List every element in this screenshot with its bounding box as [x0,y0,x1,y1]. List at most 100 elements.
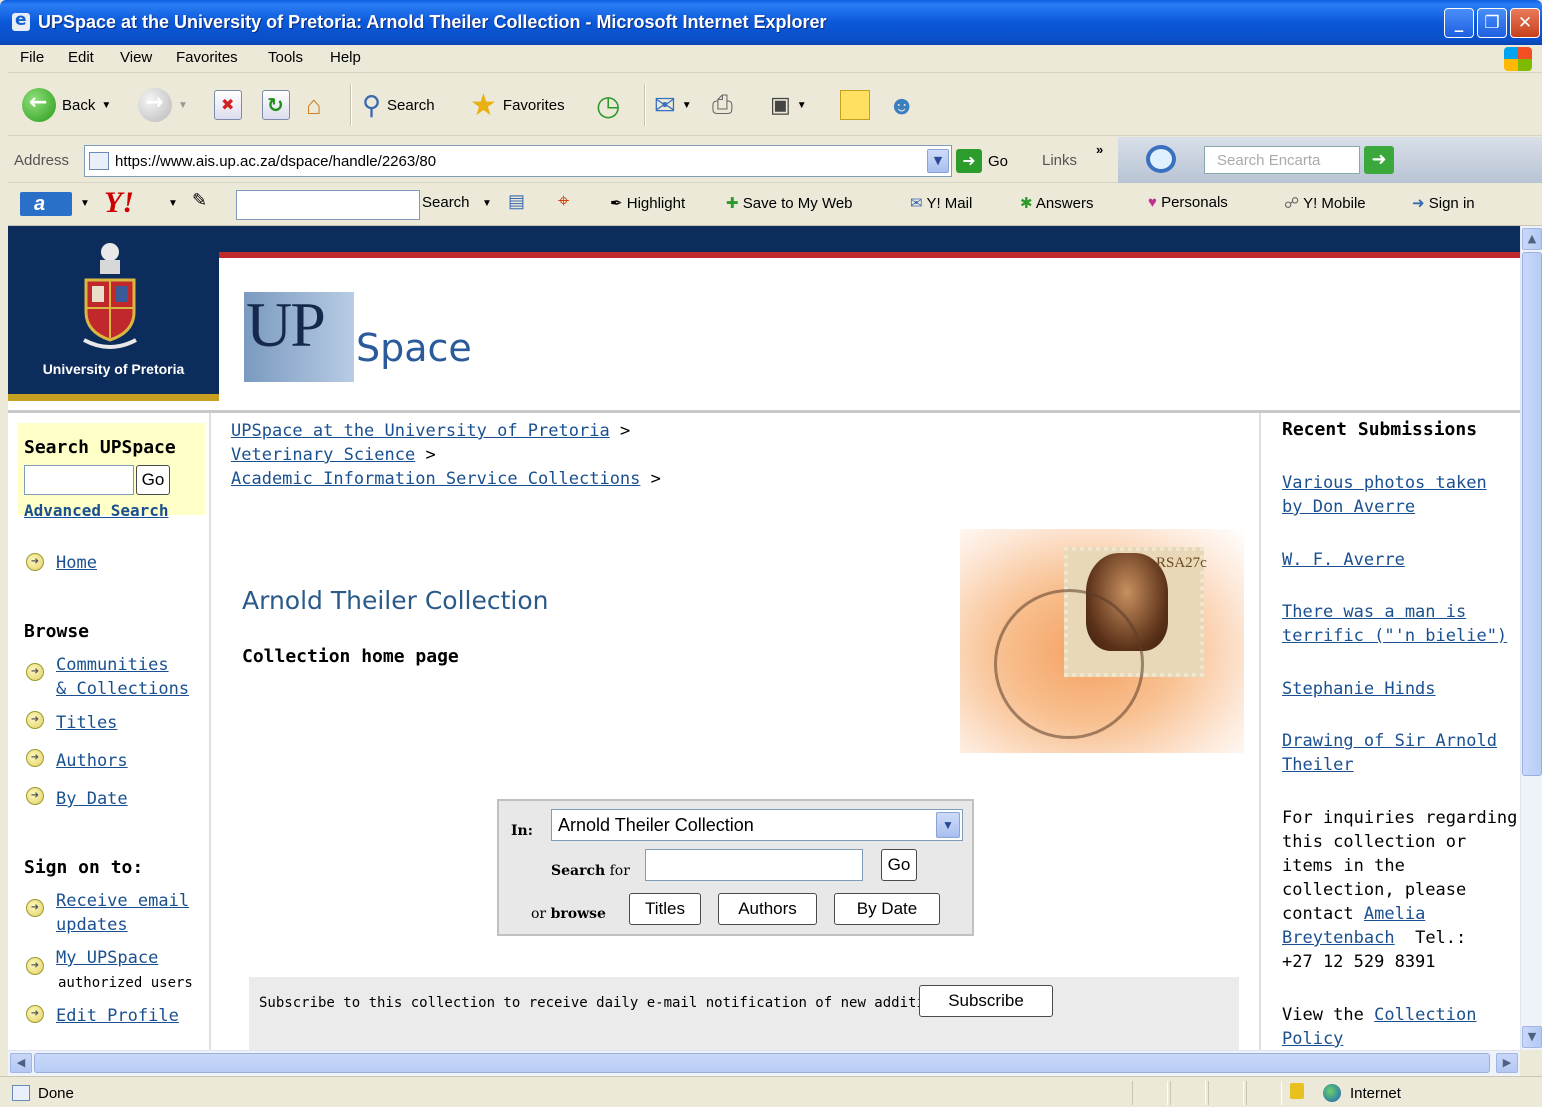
breadcrumb: Veterinary Science > [231,445,436,465]
communities-link[interactable]: Communities [56,655,169,675]
sign-in-button[interactable]: ➜ Sign in [1412,194,1475,212]
vertical-scroll-thumb[interactable] [1522,252,1542,776]
browse-authors-link[interactable]: Authors [56,751,128,771]
browse-authors-button[interactable]: Authors [718,893,817,925]
back-arrow-icon [22,88,56,122]
mobile-button[interactable]: ☍ Y! Mobile [1284,194,1366,212]
chevron-down-icon: ▼ [178,99,188,111]
scroll-up-icon[interactable]: ▲ [1522,228,1542,250]
menu-view[interactable]: View [120,49,152,66]
menu-help[interactable]: Help [330,49,361,66]
collection-policy-link[interactable]: Collection [1374,1005,1476,1025]
sign-in-icon: ➜ [1412,195,1429,212]
menu-tools[interactable]: Tools [268,49,303,66]
collection-stamp-image: RSA27c [960,529,1244,753]
browse-titles-button[interactable]: Titles [629,893,701,925]
menu-favorites[interactable]: Favorites [176,49,238,66]
scroll-right-icon[interactable]: ▶ [1496,1053,1518,1073]
yahoo-search-input[interactable] [236,190,420,220]
menu-edit[interactable]: Edit [68,49,94,66]
history-button[interactable]: ◷ [596,86,620,124]
scroll-left-icon[interactable]: ◀ [10,1053,32,1073]
maximize-button[interactable]: ❐ [1477,8,1507,38]
breadcrumb-veterinary[interactable]: Veterinary Science [231,445,415,465]
address-input[interactable]: https://www.ais.up.ac.za/dspace/handle/2… [84,145,952,177]
notes-button[interactable] [840,86,870,124]
address-bar: Address https://www.ais.up.ac.za/dspace/… [8,137,1542,183]
yahoo-logo-icon[interactable]: Y! [104,186,134,220]
favorites-button[interactable]: ★ Favorites [470,86,565,124]
recent-item-link[interactable]: Drawing of Sir Arnold Theiler [1282,729,1512,777]
yahoo-mail-button[interactable]: ✉ Y! Mail [910,194,972,212]
messenger-button[interactable]: ☻ [888,86,915,124]
refresh-button[interactable] [262,86,290,124]
chevron-down-icon[interactable]: ▼ [80,198,90,209]
scope-select[interactable]: Arnold Theiler Collection ▼ [551,809,963,841]
save-to-web-button[interactable]: ✚ Save to My Web [726,194,853,212]
browse-date-link[interactable]: By Date [56,789,128,809]
pencil-icon[interactable]: ✎ [192,190,207,211]
scroll-down-icon[interactable]: ▼ [1522,1026,1542,1048]
recent-item-link[interactable]: Various photos taken by Don Averre [1282,471,1512,519]
chevron-down-icon[interactable]: ▼ [482,198,492,209]
address-dropdown-button[interactable]: ▼ [927,149,949,173]
menu-file[interactable]: File [20,49,44,66]
highlight-button[interactable]: ✒ Highlight [610,194,685,212]
breadcrumb-academic[interactable]: Academic Information Service Collections [231,469,640,489]
upspace-logo-space[interactable]: Space [356,326,472,370]
browse-date-button[interactable]: By Date [834,893,940,925]
mail-icon: ✉ [654,89,676,120]
my-upspace-link[interactable]: My UPSpace [56,948,158,968]
mail-button[interactable]: ✉ ▼ [654,86,692,124]
recent-item-link[interactable]: There was a man is terrific ("'n bielie") [1282,600,1512,648]
vertical-scrollbar[interactable]: ▲ ▼ [1520,226,1542,1050]
home-link[interactable]: Home [56,553,97,573]
personals-button[interactable]: ♥ Personals [1148,194,1228,211]
receive-email-link[interactable]: Receive email [56,891,189,911]
stop-button[interactable] [214,86,242,124]
sidebar-go-button[interactable]: Go [136,465,170,495]
close-button[interactable]: ✕ [1510,8,1540,38]
forward-button[interactable]: ▼ [138,86,188,124]
chevron-down-icon[interactable]: ▼ [936,812,960,838]
edit-profile-link[interactable]: Edit Profile [56,1006,179,1026]
answers-button[interactable]: ✱ Answers [1020,194,1093,212]
encarta-search-input[interactable]: Search Encarta [1204,146,1360,174]
browse-titles-link[interactable]: Titles [56,713,117,733]
subscribe-button[interactable]: Subscribe [919,985,1053,1017]
collection-policy-link-cont[interactable]: Policy [1282,1029,1343,1049]
recent-item-link[interactable]: Stephanie Hinds [1282,677,1512,701]
recent-item-link[interactable]: W. F. Averre [1282,548,1512,572]
home-button[interactable]: ⌂ [306,86,322,124]
home-icon: ⌂ [306,89,322,120]
receive-updates-link[interactable]: updates [56,915,128,935]
back-button[interactable]: Back ▼ [22,86,111,124]
status-cell [1170,1081,1206,1105]
search-query-input[interactable] [645,849,863,881]
search-go-button[interactable]: Go [881,849,917,881]
links-button[interactable]: Links » [1042,142,1103,169]
collections-link[interactable]: & Collections [56,679,189,699]
upspace-logo-up[interactable]: UP [246,288,326,362]
breadcrumb-upspace[interactable]: UPSpace at the University of Pretoria [231,421,610,441]
crosshair-icon[interactable]: ⌖ [558,190,569,213]
search-button[interactable]: ⚲ Search [362,86,435,124]
page-status-icon [12,1085,30,1101]
horizontal-scrollbar[interactable]: ◀ ▶ [8,1050,1520,1076]
go-button[interactable]: ➜ Go [956,149,1008,173]
status-cell [1132,1081,1168,1105]
contact-link[interactable]: Amelia [1364,904,1425,924]
minimize-button[interactable]: _ [1444,8,1474,38]
aim-icon[interactable]: a [20,192,72,216]
advanced-search-link[interactable]: Advanced Search [24,501,169,520]
edit-button[interactable]: ▣ ▼ [770,86,807,124]
horizontal-scroll-thumb[interactable] [34,1053,1490,1073]
sidebar-search-input[interactable] [24,465,134,495]
contact-link-cont[interactable]: Breytenbach [1282,928,1395,948]
yahoo-search-button[interactable]: Search [422,194,470,211]
print-button[interactable]: ⎙ [712,86,733,124]
encarta-go-button[interactable]: ➜ [1364,146,1394,174]
chevron-down-icon[interactable]: ▼ [168,198,178,209]
window-icon[interactable]: ▤ [508,191,525,212]
or-browse-label: or browse [531,906,606,922]
